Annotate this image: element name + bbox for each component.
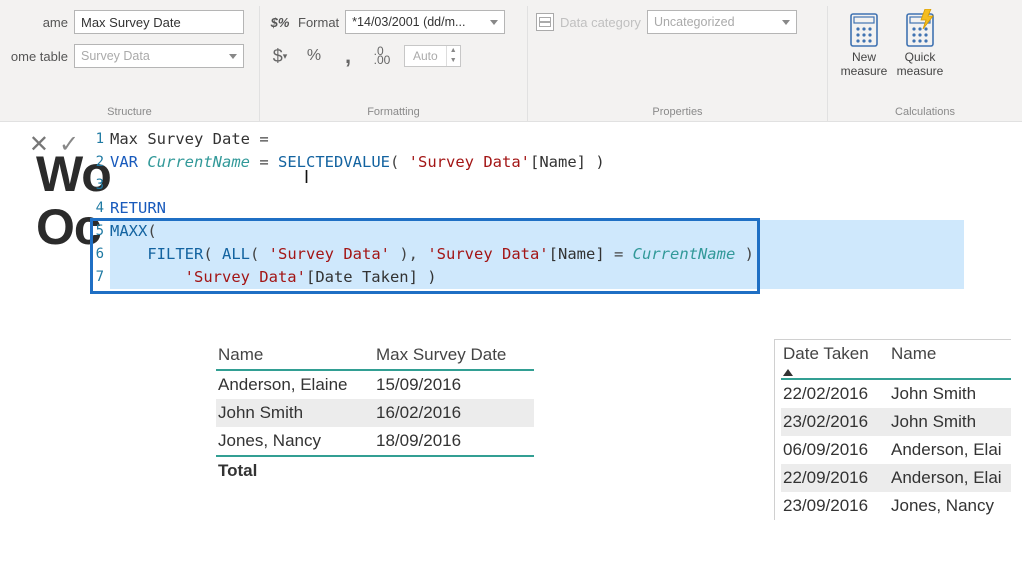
line-number: 7 bbox=[94, 266, 110, 289]
format-label: Format bbox=[298, 15, 339, 30]
col-header-date-taken[interactable]: Date Taken bbox=[781, 340, 889, 379]
properties-group-label: Properties bbox=[536, 104, 819, 121]
table-row[interactable]: 23/02/2016John Smith bbox=[781, 408, 1011, 436]
ribbon-group-properties: Data category Uncategorized Properties bbox=[528, 6, 828, 121]
table-row[interactable]: 06/09/2016Anderson, Elai bbox=[781, 436, 1011, 464]
format-symbol-icon: $% bbox=[268, 10, 292, 34]
measure-name-input[interactable] bbox=[74, 10, 244, 34]
table-row[interactable]: Jones, Nancy18/09/2016 bbox=[216, 427, 534, 456]
quick-measure-button[interactable]: Quick measure bbox=[892, 8, 948, 104]
line-number: 4 bbox=[94, 197, 110, 220]
result-table[interactable]: Name Max Survey Date Anderson, Elaine15/… bbox=[216, 339, 534, 485]
table-row[interactable]: John Smith16/02/2016 bbox=[216, 399, 534, 427]
formula-bar-area: Wo Oc ✕ ✓ 1 Max Survey Date = 2 VAR Curr… bbox=[0, 122, 1022, 289]
table-row[interactable]: 23/09/2016Jones, Nancy bbox=[781, 492, 1011, 520]
line-number: 2 bbox=[94, 151, 110, 174]
home-table-select[interactable]: Survey Data bbox=[74, 44, 244, 68]
home-table-value: Survey Data bbox=[81, 49, 150, 63]
decimal-button[interactable]: .0.00 bbox=[370, 44, 394, 68]
structure-group-label: Structure bbox=[8, 104, 251, 121]
canvas-area: Name Max Survey Date Anderson, Elaine15/… bbox=[0, 289, 1022, 520]
spinner-value: Auto bbox=[405, 49, 446, 63]
data-category-label: Data category bbox=[560, 15, 641, 30]
decimal-spinner[interactable]: Auto ▲▼ bbox=[404, 45, 461, 67]
col-header-name[interactable]: Name bbox=[216, 339, 374, 370]
line-number: 1 bbox=[94, 128, 110, 151]
new-measure-button[interactable]: New measure bbox=[836, 8, 892, 104]
percent-button[interactable] bbox=[302, 44, 326, 68]
new-measure-label: New measure bbox=[836, 50, 892, 78]
line-number: 5 bbox=[94, 220, 110, 243]
col-header-date[interactable]: Max Survey Date bbox=[374, 339, 534, 370]
quick-measure-icon bbox=[905, 12, 935, 48]
sort-asc-icon bbox=[783, 369, 793, 376]
table-row[interactable]: Anderson, Elaine15/09/2016 bbox=[216, 370, 534, 399]
ribbon: ame ome table Survey Data Structure $% F… bbox=[0, 0, 1022, 122]
table-row[interactable]: 22/09/2016Anderson, Elai bbox=[781, 464, 1011, 492]
quick-measure-label: Quick measure bbox=[892, 50, 948, 78]
data-category-value: Uncategorized bbox=[654, 15, 735, 29]
name-label: ame bbox=[8, 15, 68, 30]
home-table-label: ome table bbox=[8, 49, 68, 64]
total-row: Total bbox=[216, 456, 534, 485]
ribbon-group-formatting: $% Format *14/03/2001 (dd/m... $ ▾ , .0.… bbox=[260, 6, 528, 121]
formatting-group-label: Formatting bbox=[268, 104, 519, 121]
format-value: *14/03/2001 (dd/m... bbox=[352, 15, 465, 29]
calculations-group-label: Calculations bbox=[836, 104, 1014, 121]
source-table[interactable]: Date Taken Name 22/02/2016John Smith 23/… bbox=[781, 340, 1011, 520]
dax-editor[interactable]: 1 Max Survey Date = 2 VAR CurrentName = … bbox=[94, 128, 964, 289]
ribbon-group-calculations: New measure Quick measure bbox=[828, 6, 1022, 121]
line-number: 3 bbox=[94, 174, 110, 197]
table-row[interactable]: 22/02/2016John Smith bbox=[781, 379, 1011, 408]
calculator-icon bbox=[849, 12, 879, 48]
data-category-icon bbox=[536, 13, 554, 31]
thousands-button[interactable]: , bbox=[336, 44, 360, 68]
data-category-select[interactable]: Uncategorized bbox=[647, 10, 797, 34]
currency-button[interactable]: $ ▾ bbox=[268, 44, 292, 68]
format-select[interactable]: *14/03/2001 (dd/m... bbox=[345, 10, 505, 34]
col-header-name2[interactable]: Name bbox=[889, 340, 1011, 379]
source-table-wrap: Date Taken Name 22/02/2016John Smith 23/… bbox=[774, 339, 1011, 520]
line-number: 6 bbox=[94, 243, 110, 266]
ribbon-group-structure: ame ome table Survey Data Structure bbox=[0, 6, 260, 121]
